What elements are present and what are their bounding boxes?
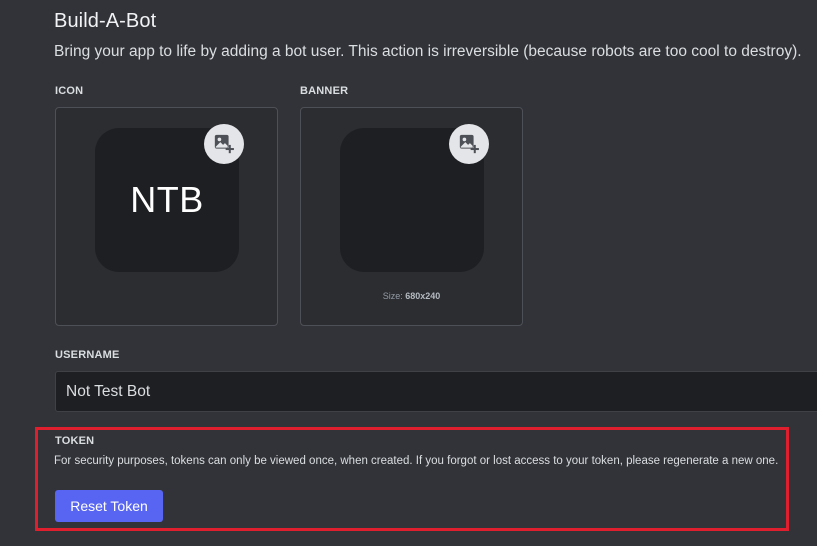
icon-card: NTB	[55, 107, 278, 326]
banner-size-prefix: Size:	[382, 291, 406, 301]
add-image-icon	[459, 134, 479, 154]
banner-upload-button[interactable]	[449, 124, 489, 164]
username-input[interactable]	[55, 371, 817, 412]
reset-token-button[interactable]: Reset Token	[55, 490, 163, 522]
icon-initials: NTB	[130, 179, 204, 220]
add-image-icon	[214, 134, 234, 154]
banner-label: BANNER	[300, 85, 349, 97]
token-label: TOKEN	[55, 435, 95, 447]
token-description: For security purposes, tokens can only b…	[54, 455, 779, 467]
build-a-bot-page: Build-A-Bot Bring your app to life by ad…	[0, 0, 817, 546]
username-label: USERNAME	[55, 349, 120, 361]
banner-size-hint: Size: 680x240	[301, 291, 522, 301]
section-title: Build-A-Bot	[54, 10, 157, 32]
banner-size-value: 680x240	[405, 291, 441, 301]
icon-label: ICON	[55, 85, 84, 97]
icon-upload-button[interactable]	[204, 124, 244, 164]
banner-card: Size: 680x240	[300, 107, 523, 326]
section-description: Bring your app to life by adding a bot u…	[54, 43, 802, 60]
